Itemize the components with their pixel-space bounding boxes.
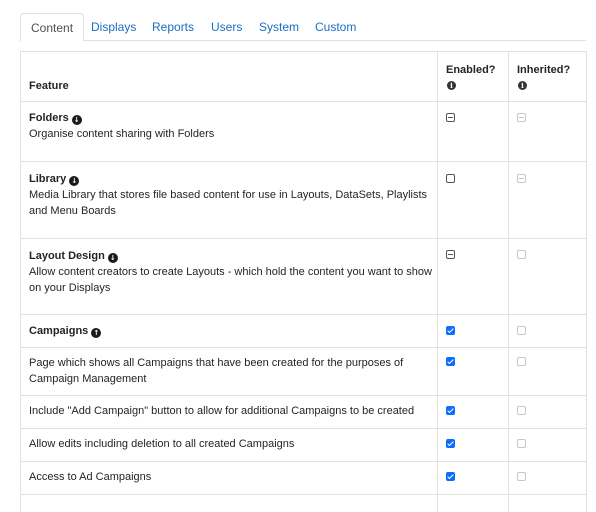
feature-description: Page which shows all Campaigns that have…	[29, 357, 404, 385]
enabled-checkbox[interactable]	[446, 439, 455, 448]
feature-description: Access to Ad Campaigns	[29, 471, 152, 483]
feature-title: Folders	[29, 112, 69, 124]
feature-cell: Campaigns ↑	[29, 323, 102, 339]
table-row: Page which shows all Campaigns that have…	[21, 348, 587, 396]
feature-description: Organise content sharing with Folders	[29, 128, 215, 140]
table-row: Layout Design ↓ Allow content creators to…	[21, 239, 587, 315]
feature-cell: Folders ↓ Organise content sharing with F…	[29, 110, 214, 142]
enabled-checkbox[interactable]	[446, 250, 455, 259]
tab-bar: Content Displays Reports Users System Cu…	[0, 0, 596, 42]
feature-cell: Layout Design ↓ Allow content creators to…	[29, 248, 434, 296]
enabled-checkbox[interactable]	[446, 357, 455, 366]
enabled-checkbox[interactable]	[446, 113, 455, 122]
enabled-checkbox[interactable]	[446, 472, 455, 481]
tab-users[interactable]: Users	[211, 13, 242, 41]
inherited-checkbox	[517, 406, 526, 415]
table-row: Campaigns ↑	[21, 315, 587, 348]
table-row: Include "Add Campaign" button to allow f…	[21, 396, 587, 429]
feature-title: Campaigns	[29, 325, 89, 337]
table-row: Library ↓ Media Library that stores file …	[21, 162, 587, 239]
arrow-circle-down-icon[interactable]: ↓	[71, 115, 82, 125]
table-row: Allow edits including deletion to all cr…	[21, 429, 587, 462]
arrow-circle-up-icon[interactable]: ↑	[91, 328, 102, 338]
inherited-checkbox	[517, 250, 526, 259]
inherited-checkbox	[517, 357, 526, 366]
feature-column-header: Feature	[29, 80, 69, 92]
tab-content[interactable]: Content	[20, 13, 85, 42]
arrow-circle-down-icon[interactable]: ↓	[107, 253, 118, 263]
tab-displays[interactable]: Displays	[91, 13, 136, 41]
inherited-checkbox	[517, 174, 526, 183]
enabled-checkbox[interactable]	[446, 406, 455, 415]
table-row: Access to Ad Campaigns	[21, 462, 587, 495]
inherited-checkbox	[517, 472, 526, 481]
feature-description: Include "Add Campaign" button to allow f…	[29, 405, 415, 417]
inherited-checkbox	[517, 326, 526, 335]
arrow-circle-down-icon[interactable]: ↓	[69, 176, 80, 186]
inherited-checkbox	[517, 439, 526, 448]
tab-reports[interactable]: Reports	[152, 13, 194, 41]
enabled-column-header: Enabled?	[446, 64, 496, 76]
enabled-checkbox[interactable]	[446, 326, 455, 335]
feature-title: Library	[29, 173, 67, 185]
table-row: Folders ↓ Organise content sharing with F…	[21, 101, 587, 162]
info-icon[interactable]: i	[447, 81, 456, 90]
inherited-checkbox	[517, 113, 526, 122]
feature-description: Allow content creators to create Layouts…	[29, 266, 432, 294]
table-header-row: Feature Enabled? i Inherited? i	[21, 52, 587, 102]
feature-title: Layout Design	[29, 250, 105, 262]
enabled-checkbox[interactable]	[446, 174, 455, 183]
feature-description: Allow edits including deletion to all cr…	[29, 438, 295, 450]
inherited-column-header: Inherited?	[517, 64, 571, 76]
tab-custom[interactable]: Custom	[315, 13, 356, 41]
features-table: Feature Enabled? i Inherited? i Folders ↓…	[20, 51, 587, 512]
info-icon[interactable]: i	[518, 81, 527, 90]
feature-cell: Library ↓ Media Library that stores file …	[29, 171, 429, 219]
tab-system[interactable]: System	[259, 13, 299, 41]
feature-description: Media Library that stores file based con…	[29, 189, 428, 217]
